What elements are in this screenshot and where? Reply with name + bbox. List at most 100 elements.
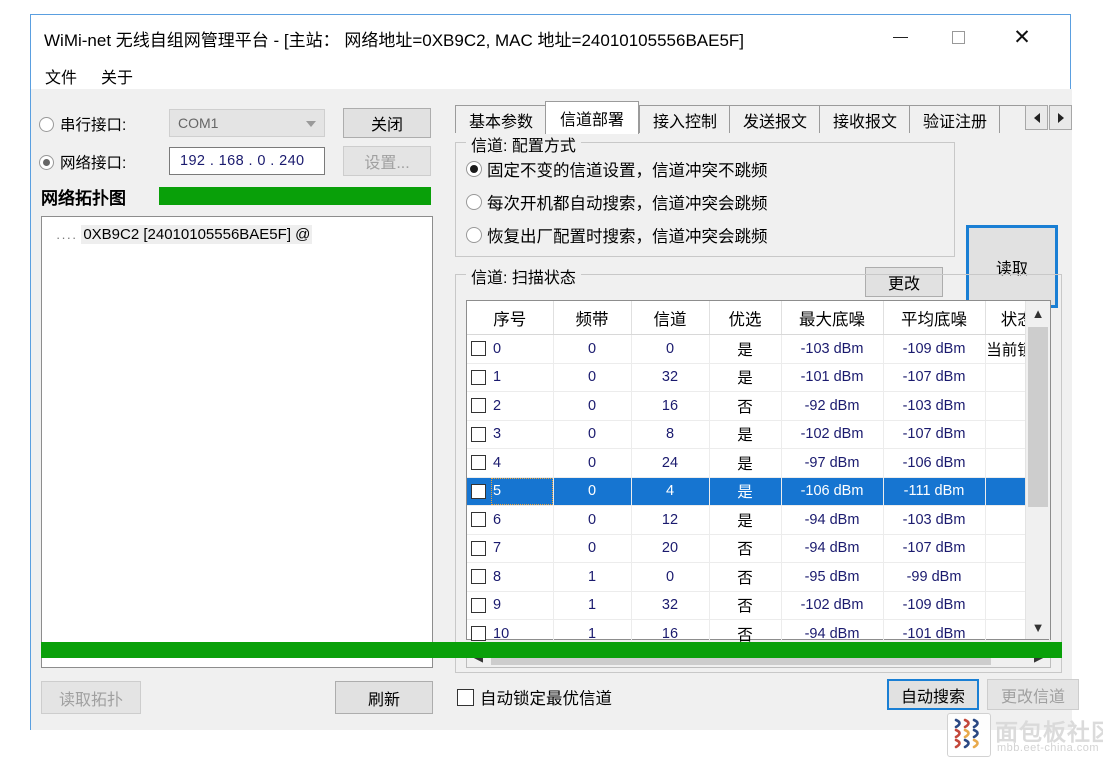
row-index-label: 5 xyxy=(493,483,502,500)
cell-band: 0 xyxy=(553,420,632,449)
tab-scroll-left-button[interactable] xyxy=(1025,105,1048,130)
config-option-fixed[interactable]: 固定不变的信道设置，信道冲突不跳频 xyxy=(466,157,768,181)
row-checkbox[interactable] xyxy=(471,398,486,414)
refresh-button[interactable]: 刷新 xyxy=(335,681,433,714)
scroll-up-icon[interactable]: ▲ xyxy=(1026,301,1050,325)
cell-preferred: 是 xyxy=(709,334,782,364)
row-checkbox[interactable] xyxy=(471,569,486,585)
menu-item-about[interactable]: 关于 xyxy=(101,64,133,88)
table-row[interactable]: 4 0 24 是 -97 dBm -106 dBm xyxy=(467,448,1050,478)
change-channel-button[interactable]: 更改信道 xyxy=(987,679,1079,710)
auto-search-button[interactable]: 自动搜索 xyxy=(887,679,979,710)
cell-index[interactable]: 9 xyxy=(467,591,554,620)
tree-node-label: 0XB9C2 [24010105556BAE5F] @ xyxy=(81,225,313,244)
table-row[interactable]: 2 0 16 否 -92 dBm -103 dBm xyxy=(467,391,1050,421)
cell-channel: 4 xyxy=(631,477,710,506)
cell-band: 0 xyxy=(553,448,632,478)
cell-index[interactable]: 3 xyxy=(467,420,554,449)
tab-verify-register[interactable]: 验证注册 xyxy=(909,105,1001,133)
row-checkbox[interactable] xyxy=(471,455,486,471)
tree-node-station[interactable]: ···· 0XB9C2 [24010105556BAE5F] @ xyxy=(56,225,313,245)
row-checkbox[interactable] xyxy=(471,540,486,556)
cell-index[interactable]: 5 xyxy=(467,477,554,506)
table-vertical-scrollbar[interactable]: ▲ ▼ xyxy=(1025,301,1050,639)
row-index-label: 4 xyxy=(493,454,502,471)
row-checkbox[interactable] xyxy=(471,426,486,442)
table-row[interactable]: 9 1 32 否 -102 dBm -109 dBm xyxy=(467,591,1050,620)
tab-access-control[interactable]: 接入控制 xyxy=(639,105,731,133)
scroll-down-icon[interactable]: ▼ xyxy=(1026,615,1050,639)
row-checkbox[interactable] xyxy=(471,626,486,642)
tab-strip: 基本参数 信道部署 接入控制 发送报文 接收报文 验证注册 报 xyxy=(455,101,1072,134)
tab-channel-deploy[interactable]: 信道部署 xyxy=(545,101,639,134)
cell-max-noise: -102 dBm xyxy=(781,420,884,449)
topology-tree[interactable]: ···· 0XB9C2 [24010105556BAE5F] @ xyxy=(41,216,433,668)
cell-preferred: 是 xyxy=(709,448,782,478)
auto-lock-label: 自动锁定最优信道 xyxy=(480,690,612,708)
cell-index[interactable]: 4 xyxy=(467,448,554,478)
table-row[interactable]: 8 1 0 否 -95 dBm -99 dBm xyxy=(467,562,1050,592)
network-interface-radio[interactable]: 网络接口: xyxy=(39,149,126,175)
column-header-preferred[interactable]: 优选 xyxy=(709,301,782,335)
cell-index[interactable]: 7 xyxy=(467,534,554,563)
table-row[interactable]: 6 0 12 是 -94 dBm -103 dBm xyxy=(467,505,1050,535)
vertical-scroll-thumb[interactable] xyxy=(1028,327,1048,507)
cell-avg-noise: -107 dBm xyxy=(883,420,986,449)
table-row[interactable]: 0 0 0 是 -103 dBm -109 dBm 当前锁定 xyxy=(467,334,1050,364)
config-option-factory-reset[interactable]: 恢复出厂配置时搜索，信道冲突会跳频 xyxy=(466,223,768,247)
cell-index[interactable]: 8 xyxy=(467,562,554,592)
table-header-row: 序号 频带 信道 优选 最大底噪 平均底噪 状态 xyxy=(467,301,1050,335)
cell-index[interactable]: 1 xyxy=(467,363,554,392)
cell-avg-noise: -111 dBm xyxy=(883,477,986,506)
config-mode-group: 信道: 配置方式 固定不变的信道设置，信道冲突不跳频 每次开机都自动搜索，信道冲… xyxy=(455,132,955,257)
column-header-max-noise[interactable]: 最大底噪 xyxy=(781,301,884,335)
serial-port-select[interactable]: COM1 xyxy=(169,109,325,137)
cell-preferred: 否 xyxy=(709,534,782,563)
cell-max-noise: -97 dBm xyxy=(781,448,884,478)
watermark: 面包板社区 mbb.eet-china.com xyxy=(947,711,1103,759)
chevron-left-icon xyxy=(1033,112,1040,123)
row-checkbox[interactable] xyxy=(471,369,486,385)
cell-max-noise: -103 dBm xyxy=(781,334,884,364)
close-port-button[interactable]: 关闭 xyxy=(343,108,431,138)
maximize-button[interactable] xyxy=(930,15,986,59)
network-setup-button[interactable]: 设置... xyxy=(343,146,431,176)
row-checkbox[interactable] xyxy=(471,483,486,499)
cell-index[interactable]: 0 xyxy=(467,334,554,364)
cell-max-noise: -94 dBm xyxy=(781,534,884,563)
menu-item-file[interactable]: 文件 xyxy=(45,64,77,88)
column-header-band[interactable]: 频带 xyxy=(553,301,632,335)
tab-receive-message[interactable]: 接收报文 xyxy=(819,105,911,133)
close-button[interactable]: ✕ xyxy=(994,15,1050,59)
table-row[interactable]: 5 0 4 是 -106 dBm -111 dBm xyxy=(467,477,1050,506)
read-topology-button[interactable]: 读取拓扑 xyxy=(41,681,141,714)
table-row[interactable]: 7 0 20 否 -94 dBm -107 dBm xyxy=(467,534,1050,563)
column-header-index[interactable]: 序号 xyxy=(467,301,554,335)
row-checkbox[interactable] xyxy=(471,341,486,357)
row-checkbox[interactable] xyxy=(471,597,486,613)
config-option-auto-boot[interactable]: 每次开机都自动搜索，信道冲突会跳频 xyxy=(466,190,768,214)
column-header-channel[interactable]: 信道 xyxy=(631,301,710,335)
topology-progress-bar xyxy=(159,187,431,205)
table-row[interactable]: 3 0 8 是 -102 dBm -107 dBm xyxy=(467,420,1050,449)
config-option-label: 每次开机都自动搜索，信道冲突会跳频 xyxy=(487,195,768,213)
serial-interface-radio[interactable]: 串行接口: xyxy=(39,111,126,137)
cell-band: 0 xyxy=(553,534,632,563)
channel-scan-table[interactable]: 序号 频带 信道 优选 最大底噪 平均底噪 状态 0 0 0 是 -103 dBm -10… xyxy=(466,300,1051,649)
cell-band: 1 xyxy=(553,562,632,592)
cell-preferred: 是 xyxy=(709,363,782,392)
column-header-avg-noise[interactable]: 平均底噪 xyxy=(883,301,986,335)
auto-lock-checkbox[interactable]: 自动锁定最优信道 xyxy=(457,685,612,709)
tab-scroll-right-button[interactable] xyxy=(1049,105,1072,130)
row-index-label: 0 xyxy=(493,340,502,357)
minimize-button[interactable] xyxy=(872,15,928,59)
tab-basic-params[interactable]: 基本参数 xyxy=(455,105,547,133)
cell-channel: 12 xyxy=(631,505,710,535)
ip-address-input[interactable]: 192 . 168 . 0 . 240 xyxy=(169,147,325,175)
cell-index[interactable]: 2 xyxy=(467,391,554,421)
cell-index[interactable]: 6 xyxy=(467,505,554,535)
table-row[interactable]: 1 0 32 是 -101 dBm -107 dBm xyxy=(467,363,1050,392)
row-checkbox[interactable] xyxy=(471,512,486,528)
radio-indicator xyxy=(39,116,54,132)
tab-send-message[interactable]: 发送报文 xyxy=(729,105,821,133)
